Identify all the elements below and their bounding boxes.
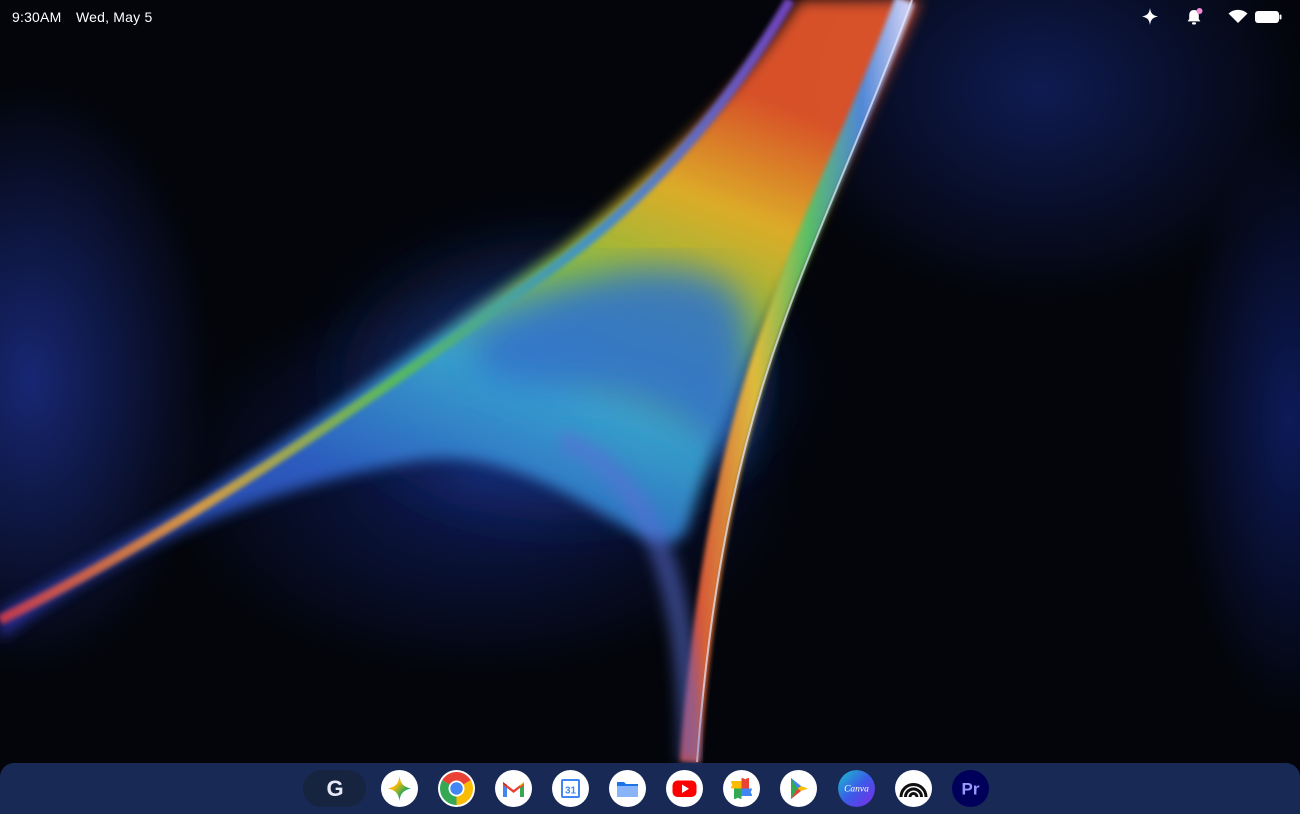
youtube-app-icon[interactable] <box>666 770 703 807</box>
gemini-app-icon[interactable] <box>381 770 418 807</box>
canva-app-icon[interactable]: Canva <box>838 770 875 807</box>
wifi-icon[interactable] <box>1227 7 1249 27</box>
svg-text:Pr: Pr <box>962 780 980 799</box>
svg-text:Canva: Canva <box>844 785 869 795</box>
svg-text:G: G <box>326 777 343 801</box>
files-app-icon[interactable] <box>609 770 646 807</box>
date[interactable]: Wed, May 5 <box>76 9 152 25</box>
play-store-app-icon[interactable] <box>780 770 817 807</box>
status-bar: 9:30AM Wed, May 5 <box>0 0 1300 34</box>
rainbow-app-icon[interactable] <box>895 770 932 807</box>
svg-text:31: 31 <box>565 786 577 797</box>
battery-icon[interactable] <box>1254 7 1282 27</box>
launcher-g-icon: G <box>326 777 343 801</box>
premiere-pro-app-icon[interactable]: Pr <box>952 770 989 807</box>
launcher-button[interactable]: G <box>303 770 366 807</box>
chrome-app-icon[interactable] <box>438 770 475 807</box>
sparkle-icon[interactable] <box>1139 7 1161 27</box>
wallpaper-rainbow-art <box>0 0 920 763</box>
clock[interactable]: 9:30AM <box>12 9 61 25</box>
gmail-app-icon[interactable] <box>495 770 532 807</box>
calendar-app-icon[interactable]: 31 <box>552 770 589 807</box>
desktop-wallpaper <box>0 0 1300 814</box>
shelf-dock: G 31 Canva Pr <box>0 763 1300 814</box>
photos-app-icon[interactable] <box>723 770 760 807</box>
notification-bell-icon[interactable] <box>1184 7 1206 27</box>
